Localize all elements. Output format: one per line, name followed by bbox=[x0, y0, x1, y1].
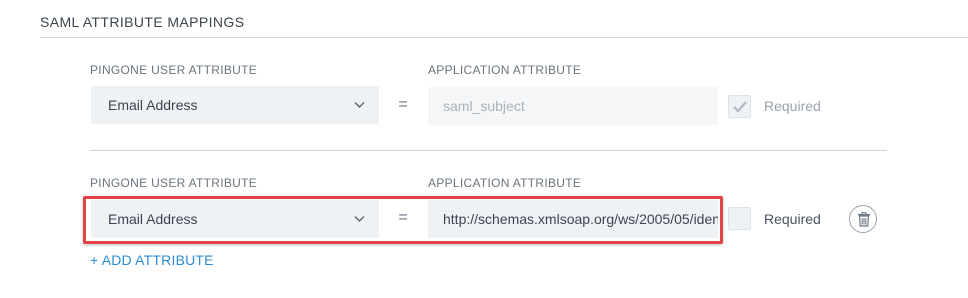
equals-sign: = bbox=[398, 96, 408, 113]
checkmark-icon bbox=[733, 101, 747, 113]
pingone-attribute-label: PINGONE USER ATTRIBUTE bbox=[90, 63, 258, 77]
pingone-attribute-select[interactable]: Email Address bbox=[91, 86, 379, 124]
chevron-down-icon bbox=[354, 216, 365, 222]
pingone-attribute-select-value: Email Address bbox=[108, 211, 198, 227]
pingone-attribute-select[interactable]: Email Address bbox=[91, 200, 379, 238]
application-attribute-value: http://schemas.xmlsoap.org/ws/2005/05/id… bbox=[443, 211, 718, 227]
delete-mapping-button[interactable] bbox=[849, 205, 877, 233]
required-checkbox bbox=[728, 95, 751, 118]
application-attribute-value: saml_subject bbox=[443, 98, 525, 114]
application-attribute-label: APPLICATION ATTRIBUTE bbox=[428, 176, 582, 190]
pingone-attribute-label: PINGONE USER ATTRIBUTE bbox=[90, 176, 258, 190]
add-attribute-link[interactable]: + ADD ATTRIBUTE bbox=[90, 252, 214, 268]
required-checkbox[interactable] bbox=[728, 207, 751, 230]
application-attribute-input[interactable]: http://schemas.xmlsoap.org/ws/2005/05/id… bbox=[428, 200, 718, 238]
application-attribute-label: APPLICATION ATTRIBUTE bbox=[428, 63, 582, 77]
section-divider bbox=[40, 37, 968, 38]
equals-sign: = bbox=[398, 209, 408, 226]
saml-attribute-mappings-section: SAML ATTRIBUTE MAPPINGS PINGONE USER ATT… bbox=[0, 0, 968, 298]
pingone-attribute-select-value: Email Address bbox=[108, 97, 198, 113]
chevron-down-icon bbox=[354, 102, 365, 108]
trash-icon bbox=[858, 212, 870, 227]
required-label: Required bbox=[764, 211, 821, 227]
application-attribute-field: saml_subject bbox=[428, 87, 718, 125]
section-title: SAML ATTRIBUTE MAPPINGS bbox=[40, 14, 245, 30]
row-divider bbox=[90, 150, 887, 151]
required-label: Required bbox=[764, 98, 821, 114]
